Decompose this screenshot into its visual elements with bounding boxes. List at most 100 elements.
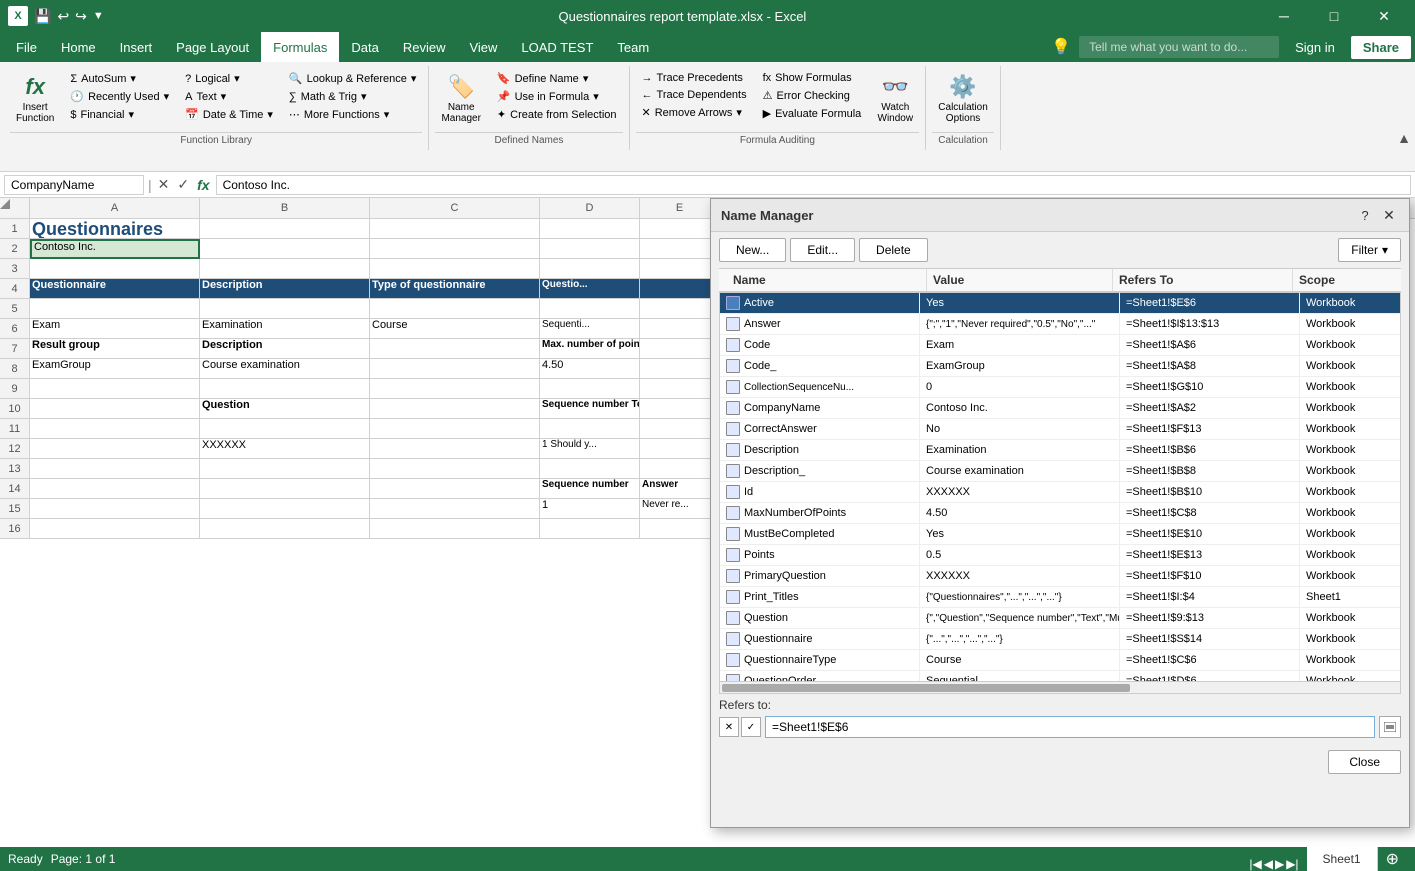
cell-d7[interactable]: Max. number of points [540,339,640,359]
cell-c3[interactable] [370,259,540,279]
cell-e7[interactable] [640,339,720,359]
cell-c16[interactable] [370,519,540,539]
cell-b9[interactable] [200,379,370,399]
lookup-reference-button[interactable]: 🔍 Lookup & Reference ▾ [283,70,423,87]
cell-a3[interactable] [30,259,200,279]
cell-e16[interactable] [640,519,720,539]
cell-a4[interactable]: Questionnaire [30,279,200,299]
nm-table-body[interactable]: Active Yes =Sheet1!$E$6 Workbook Answer … [719,292,1401,682]
cell-b13[interactable] [200,459,370,479]
filter-button[interactable]: Filter ▾ [1338,238,1401,262]
cell-c1[interactable] [370,219,540,239]
cell-c15[interactable] [370,499,540,519]
sheet-nav-right-1[interactable]: ▶| [1286,857,1298,871]
cell-a7[interactable]: Result group [30,339,200,359]
cell-e10[interactable] [640,399,720,419]
cell-a14[interactable] [30,479,200,499]
cell-d9[interactable] [540,379,640,399]
list-item[interactable]: MustBeCompleted Yes =Sheet1!$E$10 Workbo… [720,524,1400,545]
cell-e3[interactable] [640,259,720,279]
name-box[interactable] [4,175,144,195]
menu-view[interactable]: View [457,32,509,62]
cell-d14[interactable]: Sequence number [540,479,640,499]
cell-c5[interactable] [370,299,540,319]
cell-b14[interactable] [200,479,370,499]
more-functions-button[interactable]: ⋯ More Functions ▾ [283,106,423,123]
col-header-a[interactable]: A [30,198,200,218]
cell-c4[interactable]: Type of questionnaire [370,279,540,299]
list-item[interactable]: Questionnaire {"...","...","...","..."} … [720,629,1400,650]
insert-function-formula-button[interactable]: fx [195,177,211,193]
sign-in-button[interactable]: Sign in [1287,40,1343,55]
list-item[interactable]: CorrectAnswer No =Sheet1!$F$13 Workbook [720,419,1400,440]
menu-review[interactable]: Review [391,32,458,62]
cell-b6[interactable]: Examination [200,319,370,339]
cell-e6[interactable] [640,319,720,339]
cell-d15[interactable]: 1 [540,499,640,519]
date-time-dropdown[interactable]: ▾ [267,108,273,121]
row-header-5[interactable]: 5 [0,299,30,319]
sheet-tab-sheet1[interactable]: Sheet1 [1307,847,1378,871]
row-header-16[interactable]: 16 [0,519,30,539]
show-formulas-button[interactable]: fx Show Formulas [757,70,868,86]
cell-e13[interactable] [640,459,720,479]
menu-home[interactable]: Home [49,32,108,62]
list-item[interactable]: Answer {";","1","Never required","0.5","… [720,314,1400,335]
edit-button[interactable]: Edit... [790,238,855,262]
cell-c12[interactable] [370,439,540,459]
use-in-formula-button[interactable]: 📌 Use in Formula ▾ [491,88,623,105]
cell-d13[interactable] [540,459,640,479]
list-item[interactable]: Description Examination =Sheet1!$B$6 Wor… [720,440,1400,461]
dialog-help-button[interactable]: ? [1355,205,1375,225]
minimize-button[interactable]: ─ [1261,0,1307,32]
row-header-1[interactable]: 1 [0,219,30,239]
cell-a12[interactable] [30,439,200,459]
menu-data[interactable]: Data [339,32,390,62]
define-name-button[interactable]: 🔖 Define Name ▾ [491,70,623,87]
recently-used-button[interactable]: 🕐 Recently Used ▾ [64,88,175,105]
logical-dropdown[interactable]: ▾ [234,72,240,85]
cell-b2[interactable] [200,239,370,259]
share-button[interactable]: Share [1351,36,1411,59]
cell-e9[interactable] [640,379,720,399]
list-item[interactable]: Description_ Course examination =Sheet1!… [720,461,1400,482]
cell-b4[interactable]: Description [200,279,370,299]
quick-access-undo[interactable]: ↩ [57,8,69,25]
list-item[interactable]: QuestionnaireType Course =Sheet1!$C$6 Wo… [720,650,1400,671]
trace-precedents-button[interactable]: → Trace Precedents [636,70,753,86]
row-header-13[interactable]: 13 [0,459,30,479]
refers-to-confirm-button[interactable]: ✓ [741,717,761,737]
corner-select-all[interactable] [0,198,30,218]
delete-button[interactable]: Delete [859,238,928,262]
cell-e2[interactable] [640,239,720,259]
recently-used-dropdown[interactable]: ▾ [164,90,170,103]
financial-dropdown[interactable]: ▾ [129,108,135,121]
list-item[interactable]: Points 0.5 =Sheet1!$E$13 Workbook [720,545,1400,566]
cell-b16[interactable] [200,519,370,539]
cell-b15[interactable] [200,499,370,519]
financial-button[interactable]: $ Financial ▾ [64,106,175,123]
menu-insert[interactable]: Insert [108,32,165,62]
trace-dependents-button[interactable]: ← Trace Dependents [636,87,753,103]
cell-d3[interactable] [540,259,640,279]
cell-d10[interactable]: Sequence number Text [540,399,640,419]
cell-d5[interactable] [540,299,640,319]
quick-access-redo[interactable]: ↪ [75,8,87,25]
add-sheet-button[interactable]: ⊕ [1378,847,1407,871]
cell-a9[interactable] [30,379,200,399]
search-input[interactable] [1079,36,1279,58]
cell-c10[interactable] [370,399,540,419]
menu-file[interactable]: File [4,32,49,62]
more-dropdown[interactable]: ▾ [384,108,390,121]
row-header-6[interactable]: 6 [0,319,30,339]
list-item[interactable]: PrimaryQuestion XXXXXX =Sheet1!$F$10 Wor… [720,566,1400,587]
list-item[interactable]: Id XXXXXX =Sheet1!$B$10 Workbook [720,482,1400,503]
list-item[interactable]: MaxNumberOfPoints 4.50 =Sheet1!$C$8 Work… [720,503,1400,524]
cell-e5[interactable] [640,299,720,319]
cell-b5[interactable] [200,299,370,319]
close-button[interactable]: ✕ [1361,0,1407,32]
cell-b3[interactable] [200,259,370,279]
cell-c8[interactable] [370,359,540,379]
list-item[interactable]: CompanyName Contoso Inc. =Sheet1!$A$2 Wo… [720,398,1400,419]
row-header-12[interactable]: 12 [0,439,30,459]
